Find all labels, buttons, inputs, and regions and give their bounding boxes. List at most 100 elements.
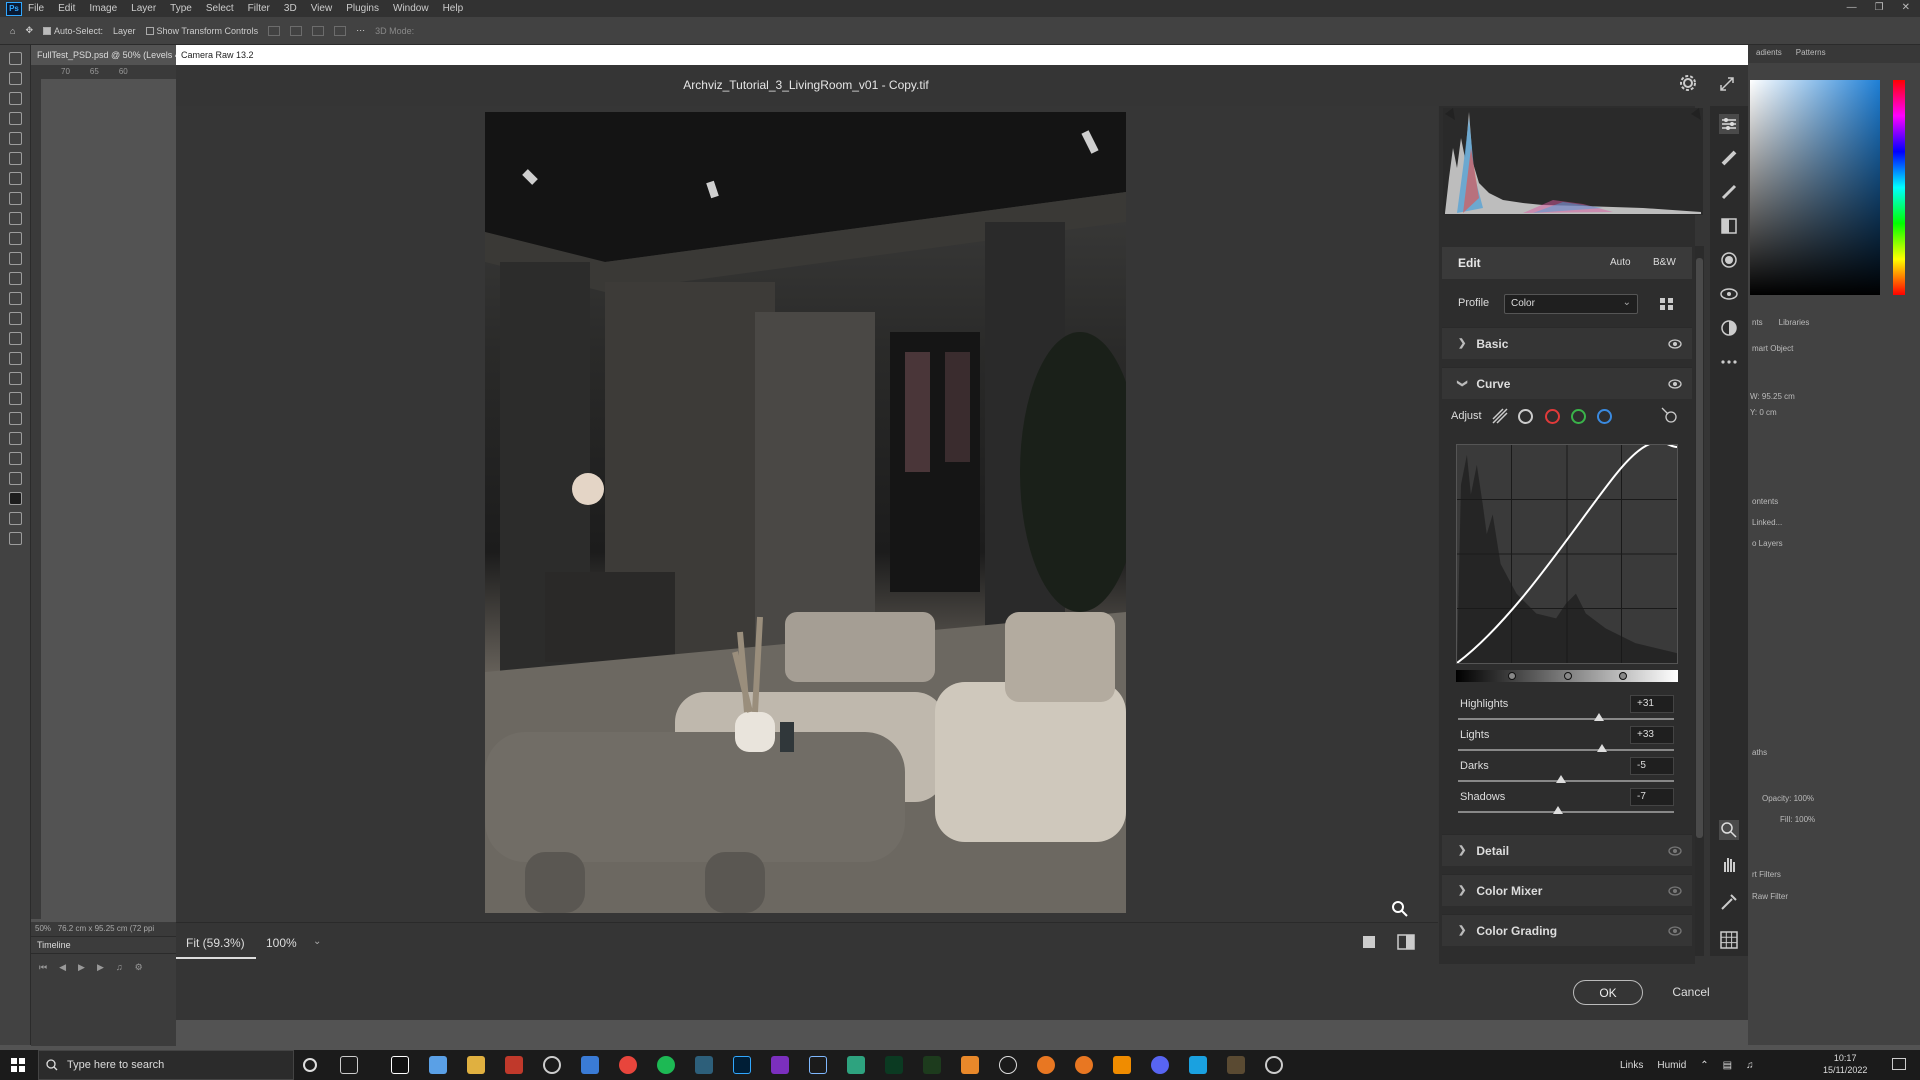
red-channel-button[interactable] [1545,409,1560,424]
edit-sliders-icon[interactable] [1719,114,1739,134]
dodge-tool-icon[interactable] [8,332,22,345]
restore-icon[interactable]: ❐ [1875,2,1884,13]
first-frame-icon[interactable]: ⏮ [39,962,47,973]
menu-help[interactable]: Help [443,3,464,14]
convert-to-layers-button[interactable]: o Layers [1752,539,1783,548]
audio-icon[interactable]: ♫ [116,962,123,973]
before-after-view-icon[interactable] [1397,934,1415,950]
volume-icon[interactable]: ♫ [1746,1060,1754,1071]
more-icon[interactable] [1719,352,1739,372]
point-curve-white-channel[interactable] [1518,409,1533,424]
cancel-button[interactable]: Cancel [1656,980,1726,1005]
path-selection-tool-icon[interactable] [8,392,22,405]
taskbar-search-input[interactable]: Type here to search [38,1050,294,1080]
clone-stamp-tool-icon[interactable] [8,232,22,245]
sampler-tool-icon[interactable] [1719,892,1739,912]
play-icon[interactable]: ▶ [78,962,85,973]
document-tab[interactable]: FullTest_PSD.psd @ 50% (Levels 4, [31,45,176,65]
curve-split-point-2[interactable] [1564,672,1572,680]
pen-tool-icon[interactable] [8,352,22,365]
photoshop-taskbar-icon[interactable] [733,1056,751,1074]
show-transform-checkbox[interactable]: Show Transform Controls [145,26,258,36]
ok-button[interactable]: OK [1573,980,1643,1005]
basic-section-header[interactable]: ❯ Basic [1442,327,1692,359]
weather-widget[interactable]: Humid [1657,1060,1686,1071]
timeline-tab[interactable]: Timeline [31,937,176,954]
edit-contents-button[interactable]: ontents [1752,497,1778,506]
menu-select[interactable]: Select [206,3,234,14]
patterns-tab[interactable]: Patterns [1796,48,1826,60]
network-icon[interactable]: ▤ [1723,1060,1732,1071]
blender-icon-2[interactable] [1075,1056,1093,1074]
menu-view[interactable]: View [311,3,333,14]
settings-icon[interactable]: ⚙ [135,962,143,973]
move-tool-icon[interactable]: ✥ [25,25,33,36]
marquee-tool-icon[interactable] [8,72,22,85]
home-icon[interactable]: ⌂ [10,26,15,36]
highlights-value[interactable]: +31 [1630,695,1674,713]
linear-gradient-icon[interactable] [1719,216,1739,236]
brush-mask-icon[interactable] [1719,182,1739,202]
eye-icon[interactable] [1668,337,1682,351]
color-mixer-section-header[interactable]: ❯ Color Mixer [1442,874,1692,906]
fullscreen-icon[interactable] [1719,76,1735,92]
lights-value[interactable]: +33 [1630,726,1674,744]
profile-browser-icon[interactable] [1659,296,1675,312]
paths-tab[interactable]: aths [1752,748,1767,757]
highlights-slider-track[interactable] [1458,718,1674,720]
single-view-icon[interactable] [1361,934,1377,950]
w-field[interactable]: W: 95.25 cm [1750,392,1795,401]
eye-icon[interactable] [1668,884,1682,898]
align-center-icon[interactable] [290,25,303,36]
app-icon-brown[interactable] [1227,1056,1245,1074]
presets-icon[interactable] [1719,318,1739,338]
highlights-slider-thumb[interactable] [1594,713,1605,721]
app-icon-sun[interactable] [999,1056,1017,1074]
hue-slider[interactable] [1893,80,1905,295]
darks-value[interactable]: -5 [1630,757,1674,775]
substance-painter-icon[interactable] [923,1056,941,1074]
darks-slider-thumb[interactable] [1555,775,1566,783]
zoom-tool-icon[interactable] [1719,820,1739,840]
color-grading-section-header[interactable]: ❯ Color Grading [1442,914,1692,946]
screen-mode-icon[interactable] [8,532,22,545]
profile-select[interactable]: Color ⌄ [1504,294,1638,314]
sync-icon[interactable] [1265,1056,1283,1074]
edit-panel-scroll-thumb[interactable] [1696,258,1703,838]
chevron-up-icon[interactable]: ⌃ [1700,1060,1708,1071]
chrome-icon[interactable] [619,1056,637,1074]
close-icon[interactable]: ✕ [1902,2,1910,13]
zoom-tool-icon[interactable] [8,452,22,465]
parametric-curve-icon[interactable] [1491,407,1509,425]
menu-window[interactable]: Window [393,3,429,14]
auto-button[interactable]: Auto [1604,254,1637,274]
bw-button[interactable]: B&W [1647,254,1682,274]
y-field[interactable]: Y: 0 cm [1750,408,1777,417]
app-icon-orange[interactable] [961,1056,979,1074]
curve-split-point-1[interactable] [1508,672,1516,680]
eye-icon[interactable] [1668,844,1682,858]
rectangle-tool-icon[interactable] [8,412,22,425]
hand-tool-icon[interactable] [1719,854,1739,874]
app-icon-blue[interactable] [581,1056,599,1074]
spotify-icon[interactable] [657,1056,675,1074]
menu-file[interactable]: File [28,3,44,14]
lights-slider-track[interactable] [1458,749,1674,751]
calculator-icon[interactable] [429,1056,447,1074]
quick-mask-icon[interactable] [8,512,22,525]
menu-edit[interactable]: Edit [58,3,75,14]
zoom-100-button[interactable]: 100% [266,936,297,950]
blur-tool-icon[interactable] [8,312,22,325]
hand-tool-icon[interactable] [8,432,22,445]
fill-field[interactable]: Fill: 100% [1780,815,1815,824]
menu-filter[interactable]: Filter [248,3,270,14]
app-icon-cube[interactable] [809,1056,827,1074]
app-icon-c[interactable] [1189,1056,1207,1074]
healing-icon[interactable] [1719,148,1739,168]
gradients-tab[interactable]: adients [1756,48,1782,60]
green-channel-button[interactable] [1571,409,1586,424]
more-options-icon[interactable]: ⋯ [356,25,365,36]
app-icon-3[interactable] [847,1056,865,1074]
opacity-field[interactable]: Opacity: 100% [1762,794,1814,803]
libraries-tab[interactable]: Libraries [1779,318,1810,327]
